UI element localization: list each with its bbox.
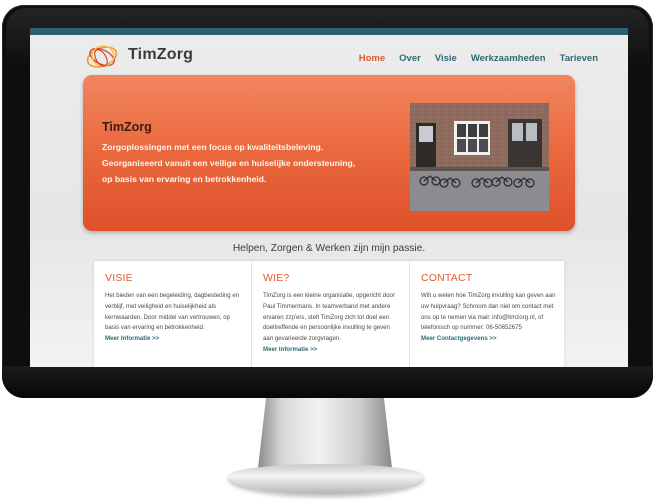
info-columns: VISIE Het bieden van een begeleiding, da… bbox=[94, 261, 564, 367]
column-text-line: Paul Timmermans. In teamverband met ande… bbox=[263, 302, 391, 310]
nav-item-tarieven[interactable]: Tarieven bbox=[560, 53, 598, 64]
monitor-chin bbox=[2, 366, 653, 398]
column-text-line: ons op te nemen via mail: info@timzorg.n… bbox=[421, 313, 544, 321]
column-text-line: ervaren zzp'ers, stelt TimZorg zich tot … bbox=[263, 313, 390, 321]
top-accent-bar bbox=[30, 28, 628, 35]
monitor-stand-base bbox=[228, 464, 424, 494]
column-text: Wilt u weten hoe TimZorg invulling kan g… bbox=[421, 291, 563, 345]
column-text: TimZorg is een kleine organisatie, opger… bbox=[263, 291, 405, 356]
logo-swirl-icon bbox=[86, 45, 118, 68]
tagline: Helpen, Zorgen & Werken zijn mijn passie… bbox=[232, 243, 426, 254]
column-title: WIE? bbox=[263, 272, 290, 284]
logo-text: TimZorg bbox=[128, 46, 194, 63]
site-logo[interactable]: TimZorg bbox=[84, 40, 234, 74]
hero-text-line: Zorgoplossingen met een focus op kwalite… bbox=[102, 142, 324, 152]
column-text-line: aan gevarieerde zorgvragen. bbox=[263, 335, 341, 343]
more-info-link[interactable]: Meer Informatie >> bbox=[263, 345, 405, 356]
website-screen: TimZorg Home Over Visie Werkzaamheden Ta… bbox=[30, 28, 628, 367]
column-contact: CONTACT Wilt u weten hoe TimZorg invulli… bbox=[409, 261, 564, 367]
column-title: VISIE bbox=[105, 272, 133, 284]
hero-banner: TimZorg Zorgoplossingen met een focus op… bbox=[83, 75, 575, 231]
column-text-line: doeltreffende en persoonlijke invulling … bbox=[263, 324, 390, 332]
more-info-link[interactable]: Meer Informatie >> bbox=[105, 334, 247, 345]
nav-item-visie[interactable]: Visie bbox=[435, 53, 457, 64]
main-navigation: Home Over Visie Werkzaamheden Tarieven bbox=[345, 53, 598, 64]
column-text-line: TimZorg is een kleine organisatie, opger… bbox=[263, 292, 395, 299]
hero-building-photo bbox=[410, 103, 549, 211]
column-text-line: basis van ervaring en betrokkenheid. bbox=[105, 324, 205, 332]
column-text-line: verblijf, met veiligheid en huiselijkhei… bbox=[105, 302, 217, 310]
monitor-stand-neck bbox=[258, 398, 392, 468]
column-title: CONTACT bbox=[421, 272, 473, 284]
nav-item-home[interactable]: Home bbox=[359, 53, 385, 64]
hero-title: TimZorg bbox=[102, 120, 152, 134]
hero-text-line: Georganiseerd vanuit een veilige en huis… bbox=[102, 158, 356, 168]
column-text-line: Wilt u weten hoe TimZorg invulling kan g… bbox=[421, 292, 556, 299]
column-text-line: uw hulpvraag? Schroom dan niet om contac… bbox=[421, 302, 554, 310]
column-text: Het bieden van een begeleiding, dagbeste… bbox=[105, 291, 247, 345]
column-text-line: telefonisch op nummer: 06-50652675 bbox=[421, 324, 522, 332]
column-text-line: kernwaarden. Door middel van vertrouwen,… bbox=[105, 313, 230, 321]
hero-text-line: op basis van ervaring en betrokkenheid. bbox=[102, 174, 267, 184]
nav-item-over[interactable]: Over bbox=[399, 53, 421, 64]
contact-details-link[interactable]: Meer Contactgegevens >> bbox=[421, 334, 563, 345]
column-wie: WIE? TimZorg is een kleine organisatie, … bbox=[251, 261, 409, 367]
column-visie: VISIE Het bieden van een begeleiding, da… bbox=[94, 261, 251, 367]
nav-item-werkzaamheden[interactable]: Werkzaamheden bbox=[471, 53, 546, 64]
column-text-line: Het bieden van een begeleiding, dagbeste… bbox=[105, 292, 240, 299]
